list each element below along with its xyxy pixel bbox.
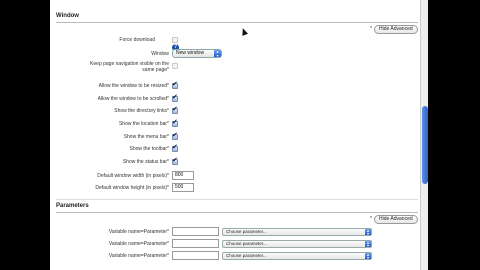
window-select[interactable]: New window ▴ ▾	[172, 49, 222, 58]
settings-page: Window * Hide Advanced Force download ? …	[50, 0, 428, 270]
window-select-value: New window	[176, 50, 205, 56]
variable-input[interactable]	[172, 239, 219, 248]
show-status-checkbox[interactable]: ✔	[172, 157, 178, 165]
width-label: Default window width (in pixels)*	[97, 173, 169, 179]
width-input[interactable]: 800	[172, 171, 194, 180]
show-location-label: Show the location bar*	[118, 121, 169, 127]
required-asterisk: *	[167, 67, 169, 73]
required-asterisk: *	[370, 26, 372, 32]
check-icon: ✔	[172, 157, 178, 164]
allow-resize-checkbox[interactable]: ✔	[172, 81, 178, 89]
force-download-checkbox[interactable]	[172, 37, 178, 43]
keep-nav-label: Keep page navigation visible on the same…	[50, 61, 169, 73]
section-divider	[56, 22, 418, 23]
variable-label: Variable name=Parameter*	[108, 253, 169, 259]
allow-scroll-checkbox[interactable]: ✔	[172, 94, 178, 102]
show-location-checkbox[interactable]: ✔	[172, 119, 178, 127]
variable-input[interactable]	[172, 227, 219, 236]
check-icon: ✔	[172, 94, 178, 101]
check-icon: ✔	[172, 144, 178, 151]
show-toolbar-checkbox[interactable]: ✔	[172, 144, 178, 152]
left-letterbox	[0, 0, 50, 270]
right-letterbox	[428, 0, 480, 270]
show-directory-label: Show the directory links*	[114, 108, 169, 114]
variable-input[interactable]	[172, 251, 219, 260]
keep-nav-checkbox[interactable]	[172, 63, 178, 69]
select-arrows-icon: ▴ ▾	[214, 50, 221, 58]
allow-resize-label: Allow the window to be resized*	[98, 83, 169, 89]
check-icon: ✔	[172, 132, 178, 139]
parameter-select[interactable]: Choose parameter... ▴ ▾	[222, 240, 372, 248]
height-input[interactable]: 500	[172, 183, 194, 192]
allow-scroll-label: Allow the window to be scrolled*	[97, 96, 169, 102]
scrollbar-thumb[interactable]	[422, 106, 428, 184]
section-divider	[56, 199, 418, 200]
show-status-label: Show the status bar*	[122, 159, 169, 165]
keep-nav-label-line2: same page	[142, 67, 168, 73]
show-menu-checkbox[interactable]: ✔	[172, 132, 178, 140]
check-icon: ✔	[172, 106, 178, 113]
select-arrows-icon: ▴ ▾	[365, 240, 371, 248]
select-arrows-icon: ▴ ▾	[365, 252, 371, 260]
hide-advanced-button[interactable]: Hide Advanced	[374, 215, 418, 224]
section-divider	[56, 212, 418, 213]
check-icon: ✔	[172, 119, 178, 126]
parameter-select[interactable]: Choose parameter... ▴ ▾	[222, 252, 372, 260]
vertical-scrollbar[interactable]	[420, 0, 428, 270]
show-directory-checkbox[interactable]: ✔	[172, 106, 178, 114]
variable-label: Variable name=Parameter*	[108, 241, 169, 247]
check-icon: ✔	[172, 81, 178, 88]
required-asterisk: *	[370, 216, 372, 222]
parameter-select-value: Choose parameter...	[226, 229, 267, 234]
window-label: Window	[151, 51, 169, 57]
variable-label: Variable name=Parameter*	[108, 229, 169, 235]
force-download-label: Force download	[119, 37, 155, 43]
height-label: Default window height (in pixels)*	[95, 185, 169, 191]
parameter-select-value: Choose parameter...	[226, 241, 267, 246]
hide-advanced-button[interactable]: Hide Advanced	[374, 25, 418, 34]
show-toolbar-label: Show the toolbar*	[129, 146, 169, 152]
window-section-legend: Window	[56, 13, 79, 19]
parameter-select-value: Choose parameter...	[226, 253, 267, 258]
parameters-section-legend: Parameters	[56, 203, 89, 209]
select-arrows-icon: ▴ ▾	[365, 228, 371, 236]
show-menu-label: Show the menu bar*	[123, 134, 169, 140]
parameter-select[interactable]: Choose parameter... ▴ ▾	[222, 228, 372, 236]
